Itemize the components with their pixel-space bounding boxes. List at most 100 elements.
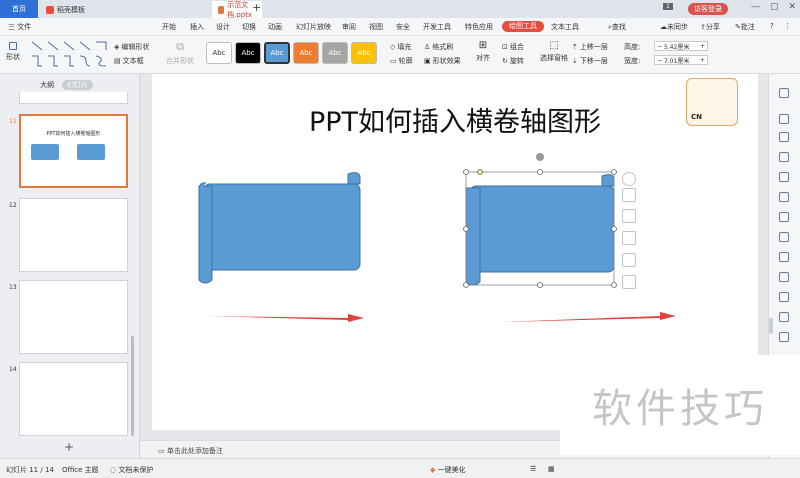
height-plus[interactable]: + xyxy=(700,43,707,50)
panel-scrollbar[interactable] xyxy=(131,336,134,436)
thumb-prev[interactable] xyxy=(19,92,128,104)
add-slide-button[interactable]: + xyxy=(64,440,74,454)
share-menu[interactable]: ⇪分享 xyxy=(700,22,720,32)
textbox-label: 文本框 xyxy=(122,57,144,65)
rail-template-icon[interactable] xyxy=(779,152,789,162)
rail-copy-icon[interactable] xyxy=(779,114,789,124)
tab-home[interactable]: 首页 xyxy=(0,0,38,18)
rail-grid-icon[interactable] xyxy=(779,192,789,202)
close-icon[interactable]: ✕ xyxy=(788,2,796,12)
edit-shape-button[interactable]: ◈ 编辑形状 xyxy=(114,42,149,52)
rail-select-icon[interactable] xyxy=(779,88,789,98)
textbox-button[interactable]: ▤ 文本框 xyxy=(114,56,144,66)
outline-icon: ▭ xyxy=(390,57,397,65)
minimize-icon[interactable]: — xyxy=(751,2,760,12)
comment-menu[interactable]: ✎批注 xyxy=(735,22,755,32)
rail-chart-icon[interactable] xyxy=(779,212,789,222)
sync-label: 未同步 xyxy=(667,23,688,31)
slide-thumb-12[interactable] xyxy=(19,198,128,272)
rotate-button[interactable]: ↻ 旋转 xyxy=(502,56,524,66)
menu-slideshow[interactable]: 幻灯片放映 xyxy=(296,22,331,32)
menu-animation[interactable]: 动画 xyxy=(268,22,282,32)
sync-menu[interactable]: ☁未同步 xyxy=(660,22,688,32)
slide-number: 11 xyxy=(9,118,17,125)
view-normal-icon[interactable]: ☰ xyxy=(530,465,536,473)
effect-float-icon[interactable] xyxy=(622,275,636,289)
shape-button[interactable]: 形状 xyxy=(6,42,20,62)
menu-insert[interactable]: 插入 xyxy=(190,22,204,32)
fill-float-icon[interactable] xyxy=(622,231,636,245)
style-orange-label: Abc xyxy=(299,49,313,57)
fill-button[interactable]: ◇ 填充 xyxy=(390,42,411,52)
width-plus[interactable]: + xyxy=(700,57,707,64)
bring-forward-button[interactable]: ⇡ 上移一层 xyxy=(572,42,608,52)
pen-icon[interactable] xyxy=(622,209,636,223)
menu-devtools[interactable]: 开发工具 xyxy=(423,22,451,32)
select-pane-button[interactable]: ⬚ 选择窗格 xyxy=(540,40,568,63)
more-icon[interactable]: ⋮ xyxy=(784,22,791,30)
menu-view[interactable]: 视图 xyxy=(369,22,383,32)
rail-video-icon[interactable] xyxy=(779,292,789,302)
tab-slides[interactable]: 幻灯片 xyxy=(62,80,93,90)
beautify-icon: ◆ xyxy=(430,466,436,474)
menu-drawing-tools[interactable]: 绘图工具 xyxy=(502,21,544,32)
canvas-scrollbar[interactable] xyxy=(769,318,773,334)
menu-text-tools[interactable]: 文本工具 xyxy=(551,22,579,32)
width-field[interactable]: − 7.01厘米 + xyxy=(654,55,708,65)
style-white-label: Abc xyxy=(212,49,226,57)
help-icon[interactable]: ? xyxy=(770,22,774,30)
menu-start[interactable]: 开始 xyxy=(162,22,176,32)
height-field[interactable]: − 5.42厘米 + xyxy=(654,41,708,51)
outline-float-icon[interactable] xyxy=(622,253,636,267)
beautify-button[interactable]: ◆ 一键美化 xyxy=(430,465,466,475)
height-value: 5.42厘米 xyxy=(663,43,690,51)
rail-image-icon[interactable] xyxy=(779,272,789,282)
search-menu[interactable]: ⌕查找 xyxy=(608,22,626,32)
format-painter-button[interactable]: ♙ 格式刷 xyxy=(424,42,453,52)
shape-effect-button[interactable]: ▣ 形状效果 xyxy=(424,56,461,66)
style-black[interactable]: Abc xyxy=(235,42,261,64)
menu-security[interactable]: 安全 xyxy=(396,22,410,32)
menu-features[interactable]: 特色应用 xyxy=(465,22,493,32)
style-black-label: Abc xyxy=(241,49,255,57)
align-button[interactable]: ⊞ 对齐 xyxy=(476,40,490,63)
login-button[interactable]: 访客登录 xyxy=(688,3,728,15)
slide-thumb-14[interactable] xyxy=(19,362,128,436)
style-orange[interactable]: Abc xyxy=(293,42,319,64)
line-shapes-gallery[interactable] xyxy=(30,40,110,70)
menu-transition[interactable]: 切换 xyxy=(242,22,256,32)
new-tab-button[interactable]: + xyxy=(252,1,261,14)
status-bar: 幻灯片 11 / 14 Office 主题 ◌ 文档未保护 ◆ 一键美化 ☰ ▦ xyxy=(0,458,800,478)
send-backward-button[interactable]: ⇣ 下移一层 xyxy=(572,56,608,66)
rail-diamond-icon[interactable] xyxy=(779,172,789,182)
drawing-tools-ribbon: 形状 ◈ 编辑形状 ▤ 文本框 ⧉ 合并形状 Abc Abc Abc Abc Abc… xyxy=(0,36,800,74)
merge-shape-button[interactable]: ⧉ 合并形状 xyxy=(166,40,194,66)
layer-icon[interactable] xyxy=(622,188,636,202)
maximize-icon[interactable]: ▢ xyxy=(770,2,779,12)
style-white[interactable]: Abc xyxy=(206,42,232,64)
group-label: 组合 xyxy=(509,43,524,51)
tab-template[interactable]: 稻壳模板 xyxy=(40,1,118,18)
width-minus[interactable]: − xyxy=(657,57,662,64)
rail-shape-icon[interactable] xyxy=(779,252,789,262)
style-yellow[interactable]: Abc xyxy=(351,42,377,64)
group-button[interactable]: ⊡ 组合 xyxy=(502,42,524,52)
view-grid-icon[interactable]: ▦ xyxy=(548,465,555,473)
tab-outline[interactable]: 大纲 xyxy=(40,80,54,90)
red-arrow-2 xyxy=(502,312,676,322)
style-gray[interactable]: Abc xyxy=(322,42,348,64)
height-minus[interactable]: − xyxy=(657,43,662,50)
rail-star-icon[interactable] xyxy=(779,132,789,142)
rail-audio-icon[interactable] xyxy=(779,312,789,322)
rail-sound-icon[interactable] xyxy=(779,332,789,342)
outline-button[interactable]: ▭ 轮廓 xyxy=(390,56,413,66)
style-gray-label: Abc xyxy=(328,49,342,57)
file-menu[interactable]: 三 文件 xyxy=(8,22,31,32)
slide-thumb-11[interactable]: PPT如何插入横卷轴图形 xyxy=(19,114,128,188)
style-blue[interactable]: Abc xyxy=(264,42,290,64)
slide-thumb-13[interactable] xyxy=(19,280,128,354)
rail-table-icon[interactable] xyxy=(779,232,789,242)
menu-review[interactable]: 审阅 xyxy=(342,22,356,32)
collapse-float-icon[interactable] xyxy=(622,172,636,186)
menu-design[interactable]: 设计 xyxy=(216,22,230,32)
